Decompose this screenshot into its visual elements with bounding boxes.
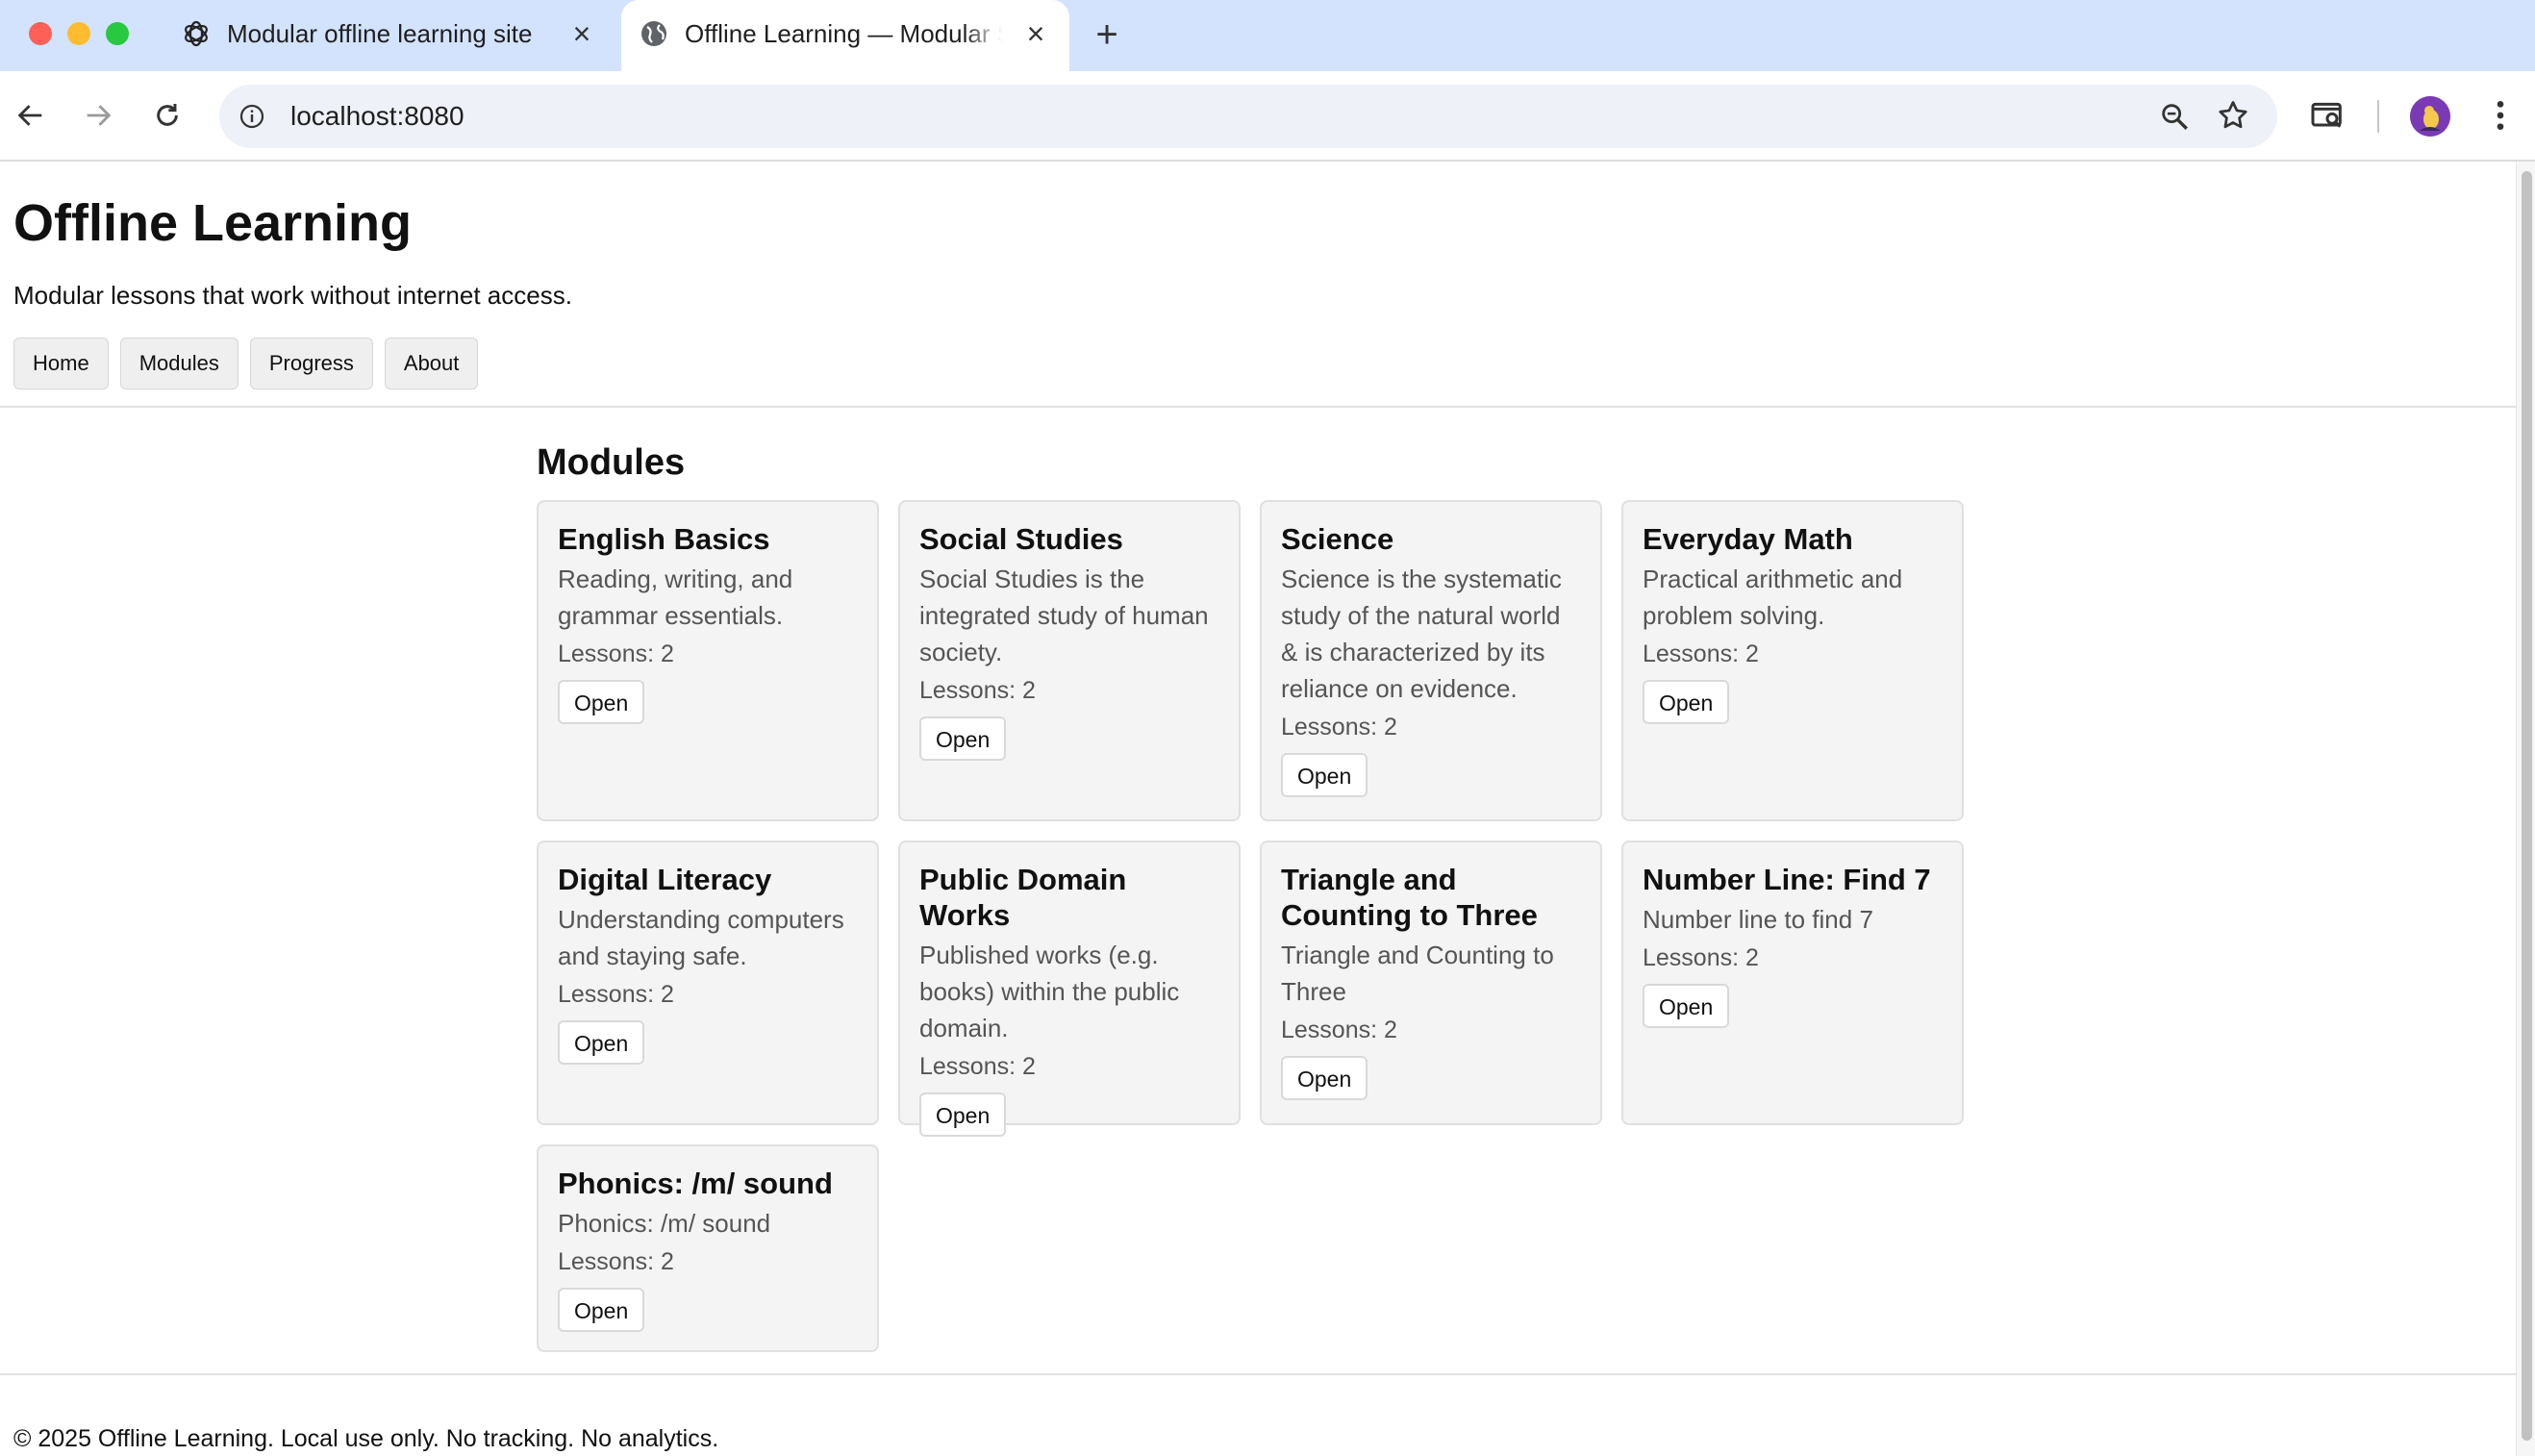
module-card: Public Domain Works Published works (e.g… bbox=[898, 841, 1241, 1137]
module-card: Triangle and Counting to Three Triangle … bbox=[1260, 841, 1602, 1125]
close-tab-icon[interactable]: × bbox=[567, 18, 596, 49]
module-card: Digital Literacy Understanding computers… bbox=[537, 841, 879, 1125]
window-maximize-button[interactable] bbox=[106, 22, 129, 45]
open-module-button[interactable]: Open bbox=[1643, 680, 1730, 724]
browser-toolbar: localhost:8080 bbox=[0, 71, 2535, 162]
modules-section: Modules English Basics Reading, writing,… bbox=[537, 440, 1966, 1352]
module-description: Science is the systematic study of the n… bbox=[1281, 565, 1562, 703]
module-description: Practical arithmetic and problem solving… bbox=[1643, 565, 1903, 630]
site-footer: © 2025 Offline Learning. Local use only.… bbox=[0, 1373, 2516, 1456]
module-description: Social Studies is the integrated study o… bbox=[919, 565, 1209, 666]
module-description: Understanding computers and staying safe… bbox=[558, 905, 844, 970]
arrow-left-icon bbox=[17, 105, 42, 126]
open-module-button[interactable]: Open bbox=[558, 1020, 645, 1065]
module-title: Triangle and Counting to Three bbox=[1281, 863, 1538, 932]
site-subtitle: Modular lessons that work without intern… bbox=[13, 281, 572, 310]
module-title: Everyday Math bbox=[1643, 522, 1853, 556]
more-vert-icon[interactable] bbox=[2481, 96, 2520, 135]
nav-modules-button[interactable]: Modules bbox=[119, 338, 238, 389]
nav-progress-button[interactable]: Progress bbox=[249, 338, 373, 389]
tab-search-icon[interactable] bbox=[2308, 96, 2347, 135]
reload-button[interactable] bbox=[144, 92, 190, 138]
open-module-button[interactable]: Open bbox=[919, 1092, 1007, 1137]
info-icon[interactable] bbox=[237, 101, 267, 132]
close-tab-icon[interactable]: × bbox=[1021, 18, 1050, 49]
modules-grid: English Basics Reading, writing, and gra… bbox=[537, 500, 1966, 1352]
module-description: Phonics: /m/ sound bbox=[558, 1209, 771, 1238]
module-title: Public Domain Works bbox=[919, 863, 1127, 932]
back-button[interactable] bbox=[8, 92, 54, 138]
module-card: Number Line: Find 7 Number line to find … bbox=[1621, 841, 1964, 1125]
module-description: Published works (e.g. books) within the … bbox=[919, 941, 1180, 1042]
globe-icon bbox=[641, 21, 666, 46]
nav-home-button[interactable]: Home bbox=[13, 338, 109, 389]
module-lessons-count: Lessons: 2 bbox=[558, 640, 674, 667]
scrollbar-thumb[interactable] bbox=[2522, 171, 2532, 1441]
module-title: Social Studies bbox=[919, 522, 1123, 556]
openai-icon bbox=[185, 20, 208, 47]
site-header: Offline Learning Modular lessons that wo… bbox=[0, 162, 2516, 408]
module-card: Everyday Math Practical arithmetic and p… bbox=[1621, 500, 1964, 821]
module-lessons-count: Lessons: 2 bbox=[558, 981, 674, 1008]
module-lessons-count: Lessons: 2 bbox=[1281, 1017, 1397, 1043]
browser-tab-1[interactable]: Modular offline learning site × bbox=[163, 0, 615, 71]
module-title: Number Line: Find 7 bbox=[1643, 863, 1931, 896]
forward-button[interactable] bbox=[75, 92, 121, 138]
module-card: English Basics Reading, writing, and gra… bbox=[537, 500, 879, 821]
module-description: Number line to find 7 bbox=[1643, 905, 1873, 934]
site-title: Offline Learning bbox=[13, 194, 413, 252]
open-module-button[interactable]: Open bbox=[1643, 984, 1730, 1028]
profile-avatar[interactable] bbox=[2410, 96, 2450, 137]
module-description: Triangle and Counting to Three bbox=[1281, 941, 1554, 1006]
browser-tab-2-active[interactable]: Offline Learning — Modular Site × bbox=[621, 0, 1069, 71]
url-text[interactable]: localhost:8080 bbox=[290, 99, 464, 134]
zoom-icon[interactable] bbox=[2158, 100, 2191, 133]
window-close-button[interactable] bbox=[29, 22, 52, 45]
module-title: Science bbox=[1281, 522, 1394, 556]
new-tab-button[interactable]: + bbox=[1087, 15, 1127, 56]
open-module-button[interactable]: Open bbox=[558, 1288, 645, 1332]
site-nav: Home Modules Progress About bbox=[13, 338, 479, 389]
module-lessons-count: Lessons: 2 bbox=[919, 677, 1036, 704]
module-description: Reading, writing, and grammar essentials… bbox=[558, 565, 793, 630]
tab-title: Modular offline learning site bbox=[227, 19, 533, 48]
open-module-button[interactable]: Open bbox=[558, 680, 645, 724]
module-lessons-count: Lessons: 2 bbox=[1643, 640, 1759, 667]
bookmark-star-icon[interactable] bbox=[2216, 98, 2250, 133]
nav-about-button[interactable]: About bbox=[384, 338, 479, 389]
address-bar[interactable]: localhost:8080 bbox=[219, 85, 2277, 148]
open-module-button[interactable]: Open bbox=[1281, 1056, 1368, 1100]
page-scrollbar[interactable] bbox=[2516, 162, 2535, 1456]
module-title: English Basics bbox=[558, 522, 770, 556]
module-lessons-count: Lessons: 2 bbox=[558, 1248, 674, 1275]
modules-heading: Modules bbox=[537, 442, 686, 483]
open-module-button[interactable]: Open bbox=[919, 716, 1007, 761]
module-card: Phonics: /m/ sound Phonics: /m/ sound Le… bbox=[537, 1144, 879, 1352]
module-lessons-count: Lessons: 2 bbox=[1643, 944, 1759, 971]
window-minimize-button[interactable] bbox=[67, 22, 90, 45]
module-card: Social Studies Social Studies is the int… bbox=[898, 500, 1241, 821]
arrow-right-icon bbox=[87, 105, 112, 126]
reload-icon bbox=[157, 104, 178, 126]
footer-text: © 2025 Offline Learning. Local use only.… bbox=[13, 1425, 719, 1452]
browser-tabstrip: Modular offline learning site × Offline … bbox=[0, 0, 2535, 71]
module-lessons-count: Lessons: 2 bbox=[919, 1053, 1036, 1080]
module-title: Digital Literacy bbox=[558, 863, 772, 896]
module-card: Science Science is the systematic study … bbox=[1260, 500, 1602, 821]
page-viewport: Offline Learning Modular lessons that wo… bbox=[0, 162, 2535, 1456]
open-module-button[interactable]: Open bbox=[1281, 753, 1368, 797]
toolbar-divider bbox=[2377, 100, 2379, 133]
profile-picture-icon bbox=[2410, 96, 2450, 137]
module-lessons-count: Lessons: 2 bbox=[1281, 714, 1397, 741]
tab-title: Offline Learning — Modular Site bbox=[685, 19, 1002, 48]
module-title: Phonics: /m/ sound bbox=[558, 1167, 833, 1200]
